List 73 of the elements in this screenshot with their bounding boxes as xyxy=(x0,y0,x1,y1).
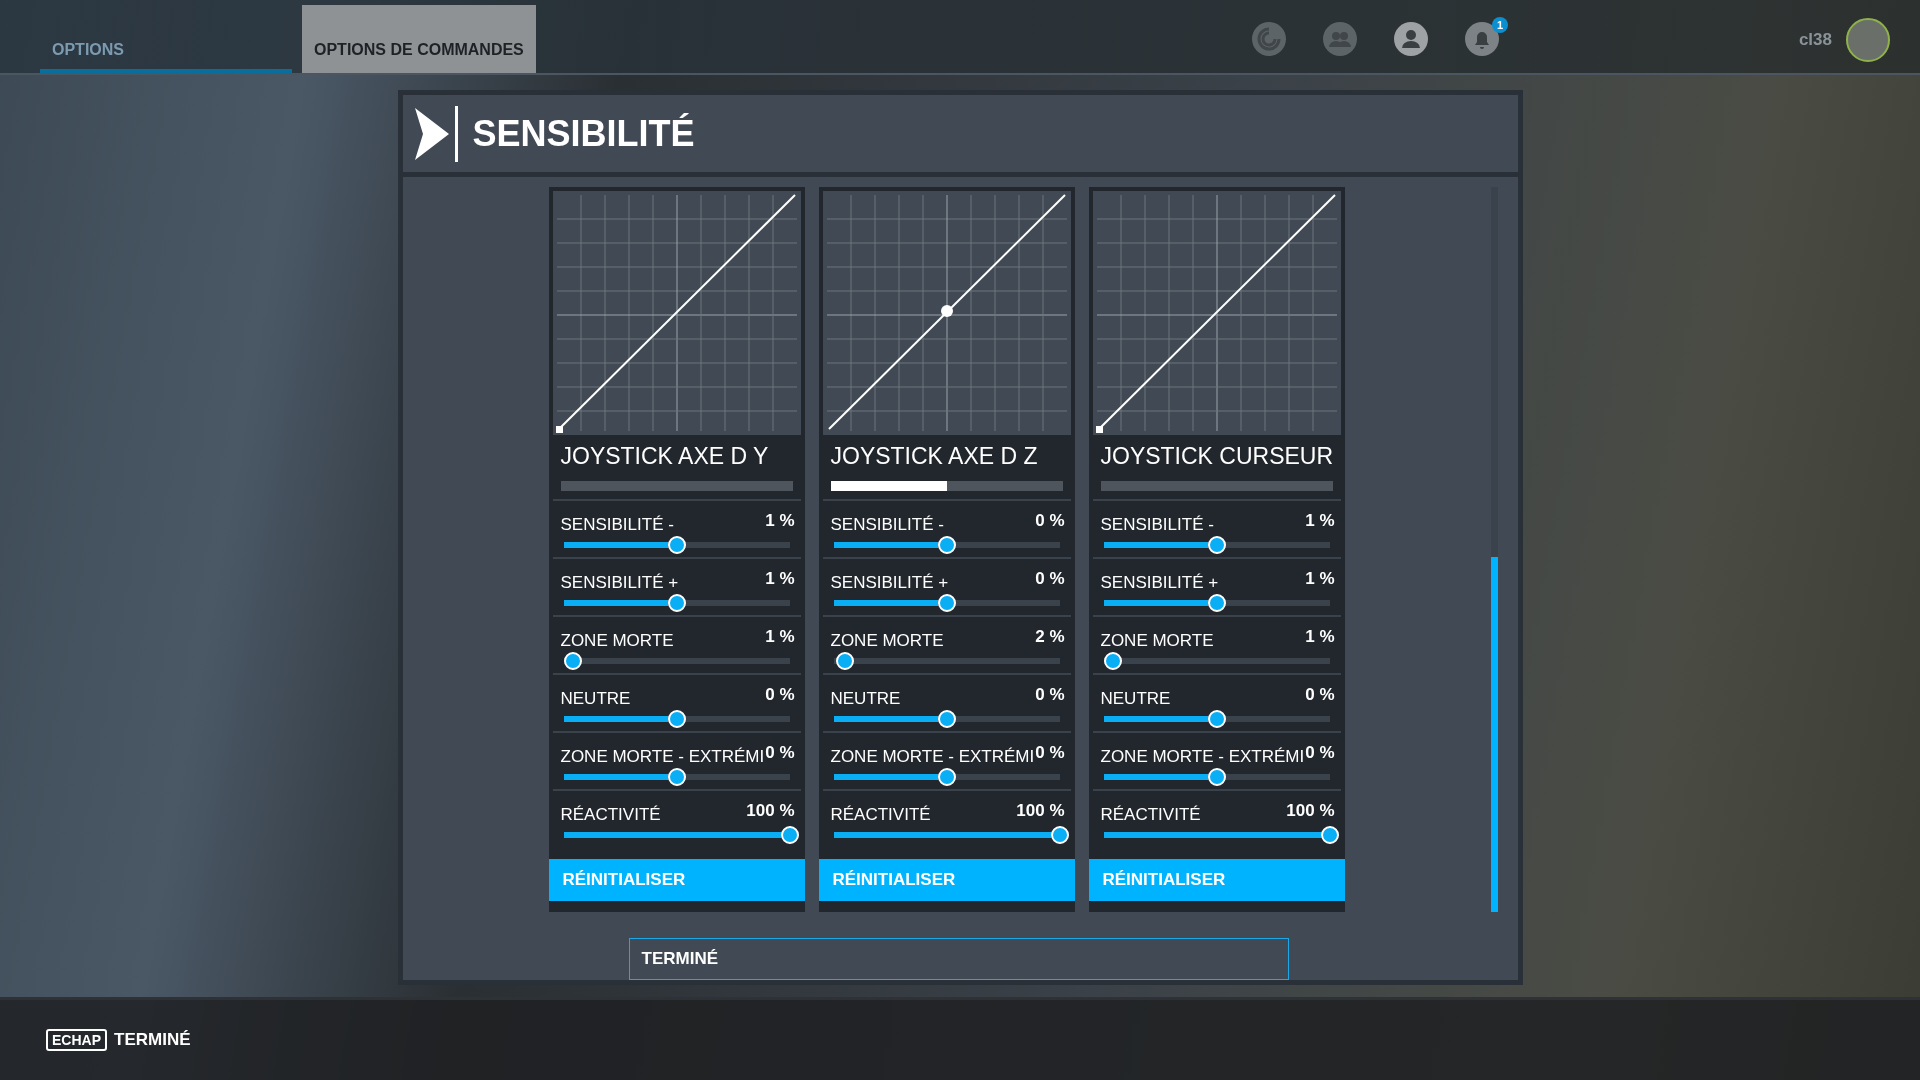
slider-thumb[interactable] xyxy=(937,536,956,554)
setting-label: ZONE MORTE - EXTRÉMI xyxy=(560,746,765,767)
slider-thumb[interactable] xyxy=(937,710,956,728)
setting-value: 0 % xyxy=(1035,511,1065,532)
slider-thumb[interactable] xyxy=(835,652,854,670)
slider-thumb[interactable] xyxy=(667,594,686,612)
slider-thumb[interactable] xyxy=(780,826,799,844)
setting-value: 0 % xyxy=(1305,743,1335,764)
reset-button[interactable]: RÉINITIALISER xyxy=(818,859,1075,901)
setting-value: 0 % xyxy=(1305,685,1335,706)
scrollbar-thumb[interactable] xyxy=(1490,557,1498,912)
reset-button[interactable]: RÉINITIALISER xyxy=(548,859,805,901)
setting-label: RÉACTIVITÉ xyxy=(560,804,661,825)
setting-value: 0 % xyxy=(1035,743,1065,764)
setting-value: 1 % xyxy=(1305,569,1335,590)
setting-label: SENSIBILITÉ - xyxy=(830,514,944,535)
slider-thumb[interactable] xyxy=(1207,536,1226,554)
chevron-icon xyxy=(412,103,459,164)
key-hint: ECHAP xyxy=(46,1029,107,1051)
done-button[interactable]: TERMINÉ xyxy=(628,938,1289,980)
slider-thumb[interactable] xyxy=(1050,826,1069,844)
axis-title: JOYSTICK AXE D Z xyxy=(829,442,1039,471)
setting-label: ZONE MORTE xyxy=(1100,630,1214,651)
notification-badge: 1 xyxy=(1492,17,1508,33)
slider-thumb[interactable] xyxy=(1207,768,1226,786)
setting-value: 100 % xyxy=(746,801,795,822)
slider-thumb[interactable] xyxy=(937,594,956,612)
setting-label: ZONE MORTE - EXTRÉMI xyxy=(1100,746,1305,767)
slider-thumb[interactable] xyxy=(1207,710,1226,728)
slider-thumb[interactable] xyxy=(1103,652,1122,670)
setting-label: RÉACTIVITÉ xyxy=(1100,804,1201,825)
setting-value: 100 % xyxy=(1286,801,1335,822)
setting-label: SENSIBILITÉ - xyxy=(1100,514,1214,535)
setting-value: 1 % xyxy=(765,627,795,648)
slider-thumb[interactable] xyxy=(1320,826,1339,844)
setting-value: 0 % xyxy=(1035,569,1065,590)
setting-value: 1 % xyxy=(765,511,795,532)
reset-button[interactable]: RÉINITIALISER xyxy=(1088,859,1345,901)
setting-value: 1 % xyxy=(1305,511,1335,532)
setting-label: NEUTRE xyxy=(1100,688,1171,709)
setting-value: 0 % xyxy=(765,685,795,706)
slider-thumb[interactable] xyxy=(667,710,686,728)
setting-label: NEUTRE xyxy=(560,688,631,709)
done-action[interactable]: TERMINÉ xyxy=(114,1030,191,1050)
slider-thumb[interactable] xyxy=(667,768,686,786)
setting-label: ZONE MORTE xyxy=(560,630,674,651)
axis-title: JOYSTICK AXE D Y xyxy=(559,442,770,471)
setting-label: SENSIBILITÉ + xyxy=(830,572,949,593)
setting-label: ZONE MORTE - EXTRÉMI xyxy=(830,746,1035,767)
setting-label: SENSIBILITÉ + xyxy=(1100,572,1219,593)
setting-label: RÉACTIVITÉ xyxy=(830,804,931,825)
setting-value: 0 % xyxy=(765,743,795,764)
avatar[interactable] xyxy=(1846,18,1890,62)
slider-thumb[interactable] xyxy=(1207,594,1226,612)
slider-thumb[interactable] xyxy=(563,652,582,670)
setting-value: 1 % xyxy=(1305,627,1335,648)
username: cl38 xyxy=(1798,30,1832,50)
setting-label: NEUTRE xyxy=(830,688,901,709)
tab[interactable]: OPTIONS xyxy=(40,5,292,73)
slider-thumb[interactable] xyxy=(937,768,956,786)
dialog-title: SENSIBILITÉ xyxy=(472,112,695,155)
axis-title: JOYSTICK CURSEUR xyxy=(1099,442,1335,471)
setting-value: 2 % xyxy=(1035,627,1065,648)
setting-label: SENSIBILITÉ + xyxy=(560,572,679,593)
setting-label: SENSIBILITÉ - xyxy=(560,514,674,535)
scrollbar-track[interactable] xyxy=(1490,187,1498,912)
tab[interactable]: OPTIONS DE COMMANDES xyxy=(302,5,536,73)
setting-value: 0 % xyxy=(1035,685,1065,706)
profile-icon[interactable] xyxy=(1393,21,1429,57)
setting-value: 1 % xyxy=(765,569,795,590)
slider-thumb[interactable] xyxy=(667,536,686,554)
setting-value: 100 % xyxy=(1016,801,1065,822)
setting-label: ZONE MORTE xyxy=(830,630,944,651)
